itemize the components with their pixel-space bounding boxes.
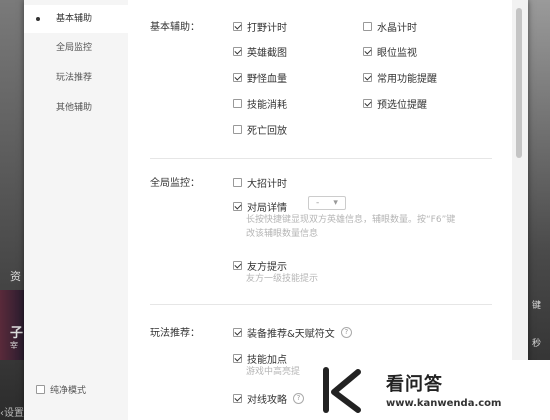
option-monster-hp[interactable]: 野怪血量 bbox=[233, 70, 287, 85]
option-jungle-timer[interactable]: 打野计时 bbox=[233, 19, 287, 34]
option-preselect-reminder[interactable]: 预选位提醒 bbox=[363, 96, 427, 111]
checkbox-box[interactable] bbox=[363, 73, 372, 82]
match-detail-select[interactable]: - ▾ bbox=[308, 196, 346, 210]
checkbox-box[interactable] bbox=[233, 261, 242, 270]
background-status-text: ‹设置 bbox=[0, 408, 24, 419]
option-skill-points[interactable]: 技能加点 bbox=[233, 351, 287, 366]
option-ult-timer[interactable]: 大招计时 bbox=[233, 175, 287, 190]
background-right-strip bbox=[528, 0, 550, 420]
option-match-detail[interactable]: 对局详情 bbox=[233, 199, 287, 214]
section-divider bbox=[150, 158, 492, 159]
sidebar-item-label: 其他辅助 bbox=[56, 103, 93, 113]
checkbox-box[interactable] bbox=[233, 125, 242, 134]
option-gear-recommend[interactable]: 装备推荐&天赋符文 ? bbox=[233, 325, 352, 340]
option-common-reminder[interactable]: 常用功能提醒 bbox=[363, 70, 437, 85]
settings-dialog: 基本辅助 全局监控 玩法推荐 其他辅助 纯净模式 基本辅助： 打野计时 水晶计时… bbox=[24, 0, 528, 420]
section-label-basic: 基本辅助： bbox=[150, 22, 200, 33]
checkbox-box[interactable] bbox=[36, 385, 45, 394]
watermark-title: 看问答 bbox=[386, 374, 443, 395]
checkbox-box[interactable] bbox=[233, 354, 242, 363]
sidebar-item-play[interactable]: 玩法推荐 bbox=[24, 64, 128, 92]
scrollbar[interactable] bbox=[512, 0, 528, 420]
sidebar-item-basic[interactable]: 基本辅助 bbox=[24, 5, 128, 33]
skill-points-hint: 游戏中高亮提 bbox=[246, 367, 301, 377]
checkbox-box[interactable] bbox=[233, 202, 242, 211]
sidebar-item-label: 基本辅助 bbox=[56, 14, 93, 24]
watermark: 看问答 www.kanwenda.com bbox=[308, 360, 550, 420]
pure-mode-checkbox[interactable]: 纯净模式 bbox=[36, 383, 86, 396]
checkbox-box[interactable] bbox=[233, 328, 242, 337]
sidebar-item-other[interactable]: 其他辅助 bbox=[24, 94, 128, 122]
background-text: 键 bbox=[532, 301, 542, 311]
checkbox-box[interactable] bbox=[233, 178, 242, 187]
background-text: 子 bbox=[10, 326, 24, 341]
sidebar-item-label: 全局监控 bbox=[56, 43, 93, 53]
checkbox-box[interactable] bbox=[363, 47, 372, 56]
settings-content: 基本辅助： 打野计时 水晶计时 英雄截图 眼位监视 野怪血量 常用功能提醒 技能… bbox=[128, 0, 528, 420]
option-ally-tips[interactable]: 友方提示 bbox=[233, 258, 287, 273]
checkbox-box[interactable] bbox=[233, 47, 242, 56]
watermark-url: www.kanwenda.com bbox=[386, 398, 502, 409]
watermark-logo-icon bbox=[323, 367, 361, 413]
option-ward-monitor[interactable]: 眼位监视 bbox=[363, 44, 417, 59]
checkbox-box[interactable] bbox=[363, 22, 372, 31]
background-text: 宰 bbox=[10, 341, 18, 350]
option-crystal-timer[interactable]: 水晶计时 bbox=[363, 19, 417, 34]
checkbox-box[interactable] bbox=[233, 394, 242, 403]
help-icon[interactable]: ? bbox=[340, 327, 352, 338]
section-divider bbox=[150, 304, 492, 305]
background-text: 秒 bbox=[532, 339, 542, 349]
section-label-play: 玩法推荐： bbox=[150, 328, 200, 339]
scrollbar-thumb[interactable] bbox=[516, 8, 522, 158]
ally-tips-hint: 友方一级技能提示 bbox=[246, 274, 319, 284]
active-dot-icon bbox=[36, 17, 40, 21]
option-death-replay[interactable]: 死亡回放 bbox=[233, 122, 287, 137]
checkbox-box[interactable] bbox=[233, 73, 242, 82]
help-icon[interactable]: ? bbox=[293, 393, 304, 404]
checkbox-box[interactable] bbox=[363, 99, 372, 108]
pure-mode-label: 纯净模式 bbox=[50, 386, 87, 396]
background-text: 资 bbox=[10, 270, 21, 283]
option-laning-guide[interactable]: 对线攻略 ? bbox=[233, 391, 304, 406]
checkbox-box[interactable] bbox=[233, 99, 242, 108]
checkbox-box[interactable] bbox=[233, 22, 242, 31]
section-label-global: 全局监控： bbox=[150, 178, 200, 189]
option-hero-screenshot[interactable]: 英雄截图 bbox=[233, 44, 287, 59]
option-skill-cost[interactable]: 技能消耗 bbox=[233, 96, 287, 111]
sidebar: 基本辅助 全局监控 玩法推荐 其他辅助 纯净模式 bbox=[24, 0, 128, 420]
sidebar-item-label: 玩法推荐 bbox=[56, 73, 93, 83]
chevron-down-icon: ▾ bbox=[333, 198, 338, 208]
sidebar-item-global[interactable]: 全局监控 bbox=[24, 34, 128, 62]
match-detail-hint: 长按快捷键显现双方英雄信息，辅眼数量。按“F6”键 改该辅眼数量信息 bbox=[246, 215, 456, 239]
